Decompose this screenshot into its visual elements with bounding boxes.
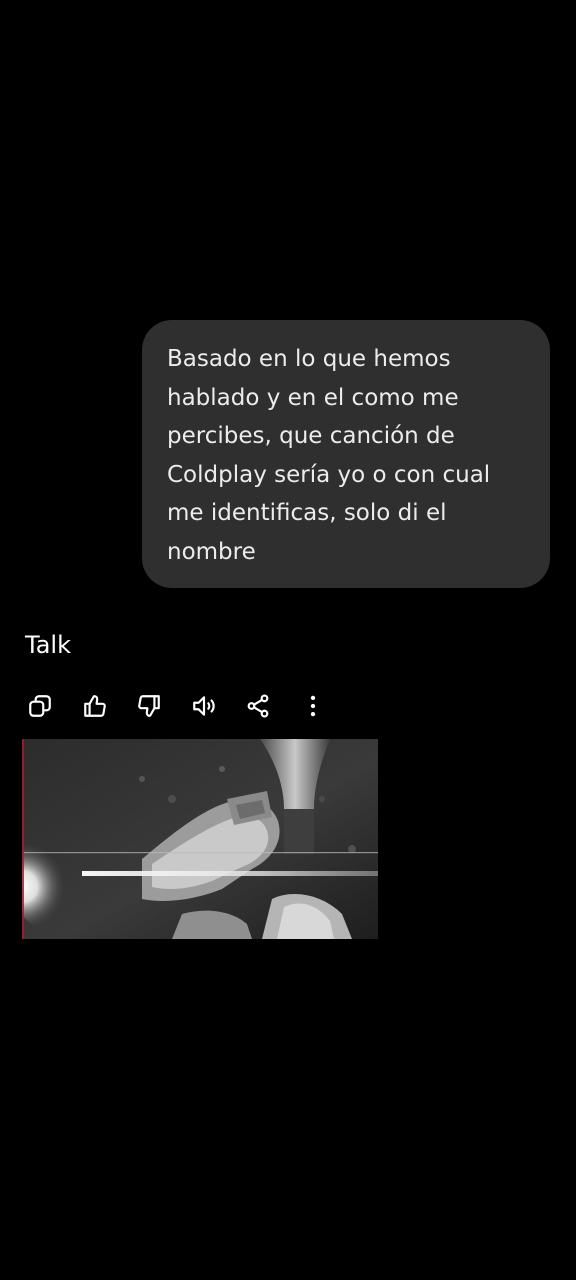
thumbs-down-button[interactable] — [131, 688, 167, 724]
copy-button[interactable] — [22, 688, 58, 724]
read-aloud-button[interactable] — [186, 688, 222, 724]
share-icon — [247, 694, 269, 718]
copy-icon — [29, 695, 51, 717]
thumbs-up-button[interactable] — [77, 688, 113, 724]
thumbs-up-icon — [83, 695, 106, 717]
concert-scene-image — [22, 739, 378, 939]
user-message-text: Basado en lo que hemos hablado y en el c… — [167, 346, 491, 565]
message-action-bar — [22, 688, 349, 724]
user-message-bubble[interactable]: Basado en lo que hemos hablado y en el c… — [142, 320, 550, 588]
more-options-button[interactable] — [295, 688, 331, 724]
chat-screen: Basado en lo que hemos hablado y en el c… — [0, 0, 576, 1280]
speaker-icon — [192, 696, 215, 716]
assistant-reply-text: Talk — [25, 631, 71, 659]
video-still-image — [22, 739, 378, 939]
more-vertical-icon — [310, 695, 315, 717]
share-button[interactable] — [240, 688, 276, 724]
thumbs-down-icon — [138, 695, 160, 717]
